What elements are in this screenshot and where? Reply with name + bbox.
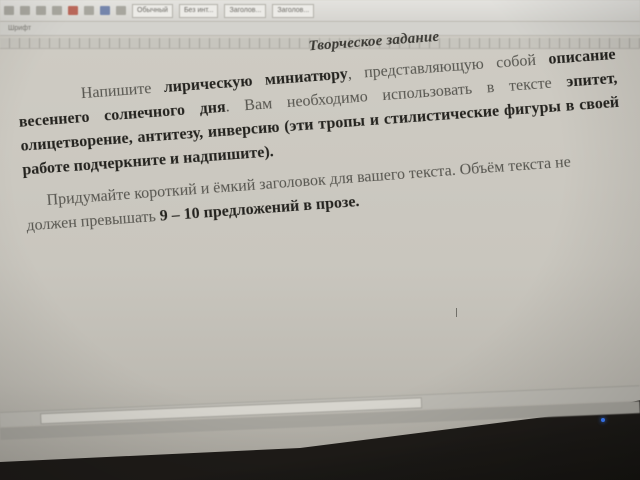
paragraph-icon[interactable] <box>116 6 126 15</box>
bullets-icon[interactable] <box>84 6 94 15</box>
text-cursor <box>456 308 457 317</box>
style-heading-2[interactable]: Заголов... <box>272 3 315 18</box>
italic-icon[interactable] <box>20 6 30 15</box>
document-page[interactable]: Творческое задание Напишите лирическую м… <box>0 29 640 410</box>
align-icon[interactable] <box>100 6 110 15</box>
font-group-label: Шрифт <box>8 25 32 32</box>
text-period: . <box>354 193 361 211</box>
underline-icon[interactable] <box>36 6 46 15</box>
text-write: Напишите <box>80 80 152 103</box>
strikethrough-icon[interactable] <box>52 6 62 15</box>
style-normal[interactable]: Обычный <box>132 3 173 18</box>
power-led-icon <box>601 418 605 422</box>
monitor-screen: Обычный Без инт... Заголов... Заголов...… <box>0 0 640 480</box>
font-color-icon[interactable] <box>68 6 78 15</box>
style-no-spacing[interactable]: Без инт... <box>178 3 219 18</box>
bold-icon[interactable] <box>4 6 14 15</box>
style-heading-1[interactable]: Заголов... <box>224 3 267 18</box>
